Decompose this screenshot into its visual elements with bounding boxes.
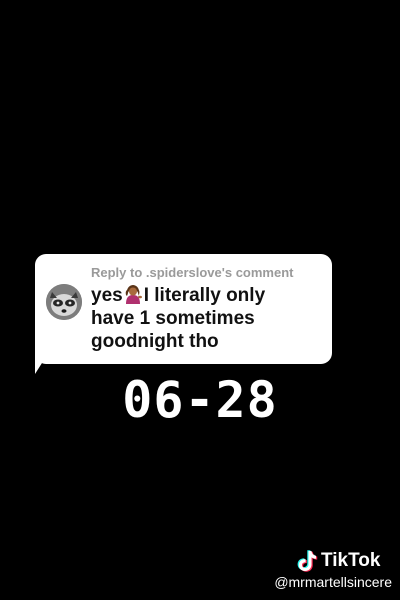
comment-line-1: yes I literally only (91, 284, 325, 307)
person-tipping-hand-emoji-icon (125, 285, 142, 304)
comment-line-2: have 1 sometimes (91, 308, 255, 329)
comment-line-3: goodnight tho (91, 331, 219, 352)
tiktok-brand-name: TikTok (321, 550, 381, 571)
reply-to-label: Reply to .spiderslove's comment (91, 265, 294, 280)
creator-handle: @mrmartellsincere (274, 574, 392, 590)
tiktok-logo-icon (297, 550, 318, 572)
date-overlay: 06-28 (122, 371, 278, 429)
comment-text-yes: yes (91, 285, 123, 306)
commenter-avatar (46, 284, 82, 320)
comment-body: yes I literally only have 1 sometimes go… (91, 284, 325, 353)
comment-text-rest: I literally only (143, 285, 266, 306)
raccoon-avatar-icon (46, 284, 82, 320)
tiktok-watermark: TikTok (296, 549, 380, 573)
